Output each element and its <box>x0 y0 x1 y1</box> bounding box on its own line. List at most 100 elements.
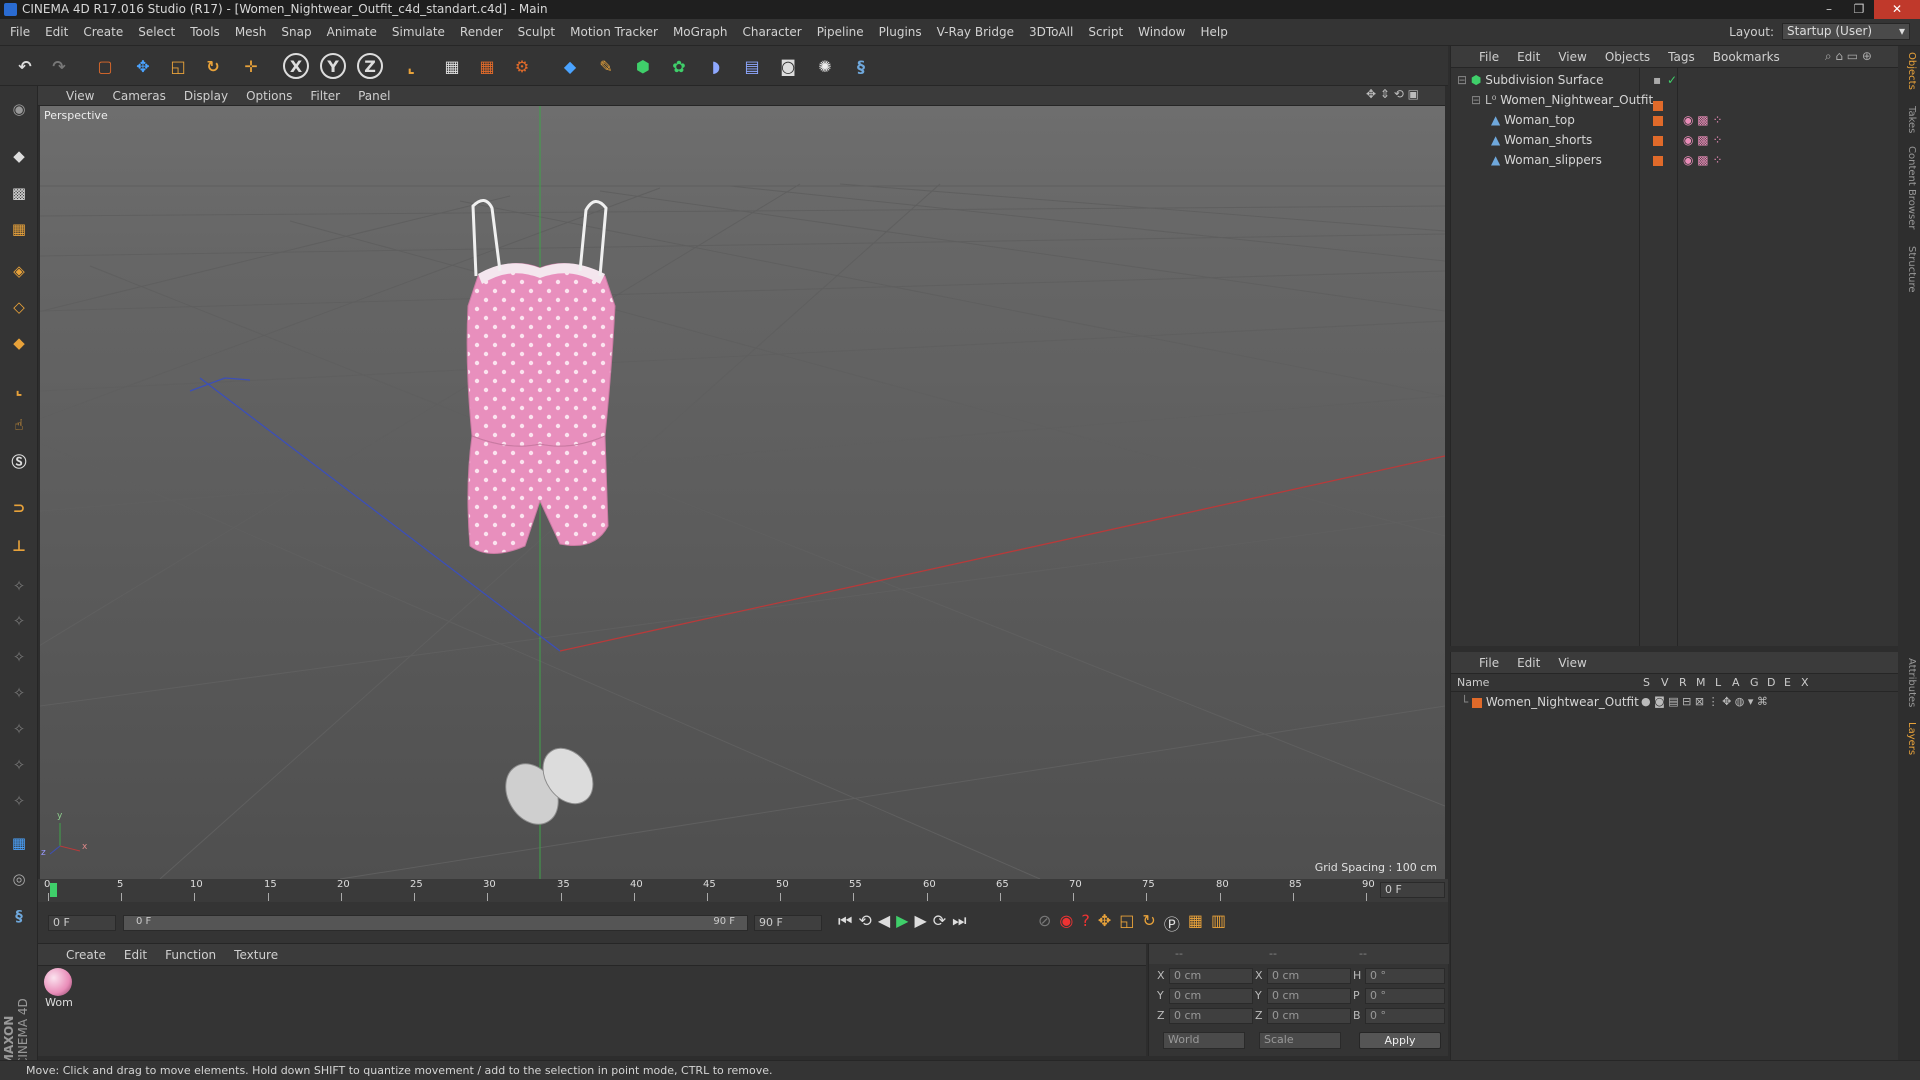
rot-h-field[interactable]: 0 ° <box>1365 968 1445 984</box>
menu-plugins[interactable]: Plugins <box>879 25 922 39</box>
play-icon[interactable]: ▶ <box>896 911 908 931</box>
grid-snap-icon[interactable]: ▦ <box>4 828 34 858</box>
object-row-women-nightwear-outfit[interactable]: ⊟ L⁰ Women_Nightwear_Outfit <box>1471 90 1891 111</box>
cloner-icon[interactable]: ✿ <box>664 51 694 81</box>
object-row-woman-shorts[interactable]: ▲ Woman_shorts ◉ ▩ ⁘ <box>1491 130 1891 150</box>
next-key-icon[interactable]: ⟳ <box>933 911 946 931</box>
undo-icon[interactable]: ↶ <box>10 51 40 81</box>
polygons-mode-icon[interactable]: ◆ <box>4 328 34 358</box>
menu-tools[interactable]: Tools <box>190 25 220 39</box>
timeline-ruler[interactable]: 0 5 10 15 20 25 30 35 40 45 50 55 60 65 70 75 80 85 90 0 F <box>38 879 1448 902</box>
frame-range-slider[interactable]: 0 F 90 F <box>123 915 748 931</box>
go-to-end-icon[interactable]: ⏭ <box>952 911 966 931</box>
pos-y-field[interactable]: 0 cm <box>1169 988 1253 1004</box>
cube-primitive-icon[interactable]: ◆ <box>555 51 585 81</box>
menu-create[interactable]: Create <box>83 25 123 39</box>
coordinate-mode-dropdown[interactable]: World <box>1163 1032 1245 1049</box>
menu-mograph[interactable]: MoGraph <box>673 25 728 39</box>
python-script-icon[interactable]: § <box>4 901 34 931</box>
tab-layers[interactable]: Layers <box>1901 722 1917 755</box>
menu-vray-bridge[interactable]: V-Ray Bridge <box>937 25 1014 39</box>
object-row-subdivision-surface[interactable]: ⊟ ⬢ Subdivision Surface ▪ ✓ <box>1457 70 1897 90</box>
end-frame-field[interactable]: 90 F <box>754 915 822 931</box>
make-editable-icon[interactable]: ◉ <box>4 94 34 124</box>
go-to-start-icon[interactable]: ⏮ <box>838 911 852 931</box>
menu-snap[interactable]: Snap <box>281 25 311 39</box>
object-row-woman-top[interactable]: ▲ Woman_top ◉ ▩ ⁘ <box>1491 110 1891 130</box>
tab-attributes[interactable]: Attributes <box>1901 658 1917 707</box>
material-menu-edit[interactable]: Edit <box>124 948 147 962</box>
light-icon[interactable]: ✺ <box>810 51 840 81</box>
search-icon[interactable]: ⌕ ⌂ ▭ ⊕ <box>1825 49 1872 64</box>
live-selection-icon[interactable]: ▢ <box>90 51 120 81</box>
previous-frame-icon[interactable]: ◀ <box>878 911 890 931</box>
snap-magnet-icon[interactable]: ⊃ <box>4 493 34 523</box>
size-x-field[interactable]: 0 cm <box>1267 968 1351 984</box>
key-position-icon[interactable]: ✥ <box>1098 911 1111 935</box>
subdivision-surface-icon[interactable]: ⬢ <box>628 51 658 81</box>
key-scale-icon[interactable]: ◱ <box>1119 911 1134 935</box>
start-frame-field[interactable]: 0 F <box>48 915 116 931</box>
key-parameter-icon[interactable]: Ⓟ <box>1164 911 1180 935</box>
sculpt-smooth-icon[interactable]: ✧ <box>4 642 34 672</box>
menu-window[interactable]: Window <box>1138 25 1185 39</box>
object-row-woman-slippers[interactable]: ▲ Woman_slippers ◉ ▩ ⁘ <box>1491 150 1891 170</box>
sculpt-wax-icon[interactable]: ✧ <box>4 678 34 708</box>
minimize-button[interactable]: – <box>1814 0 1844 19</box>
rot-p-field[interactable]: 0 ° <box>1365 988 1445 1004</box>
previous-key-icon[interactable]: ⟲ <box>858 911 871 931</box>
workplane-icon[interactable]: ⊥ <box>4 531 34 561</box>
material-tag-icon[interactable]: ◉ ▩ ⁘ <box>1683 130 1723 150</box>
tab-content-browser[interactable]: Content Browser <box>1901 146 1917 229</box>
render-picture-viewer-icon[interactable]: ▦ <box>472 51 502 81</box>
objects-menu-tags[interactable]: Tags <box>1668 50 1695 64</box>
y-axis-lock-button[interactable]: Y <box>320 53 346 79</box>
layers-menu-view[interactable]: View <box>1558 656 1586 670</box>
tweak-mode-icon[interactable]: ☝ <box>4 410 34 440</box>
viewport-menu-display[interactable]: Display <box>184 89 228 103</box>
solo-mode-icon[interactable]: Ⓢ <box>4 446 34 476</box>
menu-render[interactable]: Render <box>460 25 503 39</box>
rot-b-field[interactable]: 0 ° <box>1365 1008 1445 1024</box>
tab-takes[interactable]: Takes <box>1901 106 1917 133</box>
layer-row[interactable]: └ Women_Nightwear_Outfit ● ◙ ▤ ⊟ ⊠ ⋮ ✥ ◍… <box>1461 693 1891 711</box>
menu-motion-tracker[interactable]: Motion Tracker <box>570 25 658 39</box>
scale-tool-icon[interactable]: ◱ <box>163 51 193 81</box>
material-swatch[interactable]: Wom <box>44 968 74 1009</box>
material-tag-icon[interactable]: ◉ ▩ ⁘ <box>1683 110 1723 130</box>
keyframe-selection-icon[interactable]: ? <box>1081 911 1090 935</box>
redo-icon[interactable]: ↷ <box>44 51 74 81</box>
axis-mode-icon[interactable]: ⌞ <box>4 374 34 404</box>
next-frame-icon[interactable]: ▶ <box>914 911 926 931</box>
material-menu-function[interactable]: Function <box>165 948 216 962</box>
transform-tool-icon[interactable]: ✛ <box>236 51 266 81</box>
texture-mode-icon[interactable]: ▩ <box>4 178 34 208</box>
sculpt-pull-icon[interactable]: ✧ <box>4 606 34 636</box>
visibility-toggle[interactable]: ▪ <box>1653 70 1661 90</box>
layers-menu-file[interactable]: File <box>1479 656 1499 670</box>
viewport-menu-filter[interactable]: Filter <box>310 89 340 103</box>
menu-mesh[interactable]: Mesh <box>235 25 267 39</box>
viewport-menu-view[interactable]: View <box>66 89 94 103</box>
menu-file[interactable]: File <box>10 25 30 39</box>
model-mode-icon[interactable]: ◆ <box>4 141 34 171</box>
pos-z-field[interactable]: 0 cm <box>1169 1008 1253 1024</box>
current-frame-field[interactable]: 0 F <box>1380 882 1445 898</box>
sculpt-inflate-icon[interactable]: ✧ <box>4 750 34 780</box>
render-view-icon[interactable]: ▦ <box>437 51 467 81</box>
size-z-field[interactable]: 0 cm <box>1267 1008 1351 1024</box>
rotate-tool-icon[interactable]: ↻ <box>198 51 228 81</box>
menu-select[interactable]: Select <box>138 25 175 39</box>
key-pla-icon[interactable]: ▦ <box>1188 911 1203 935</box>
tab-structure[interactable]: Structure <box>1901 246 1917 293</box>
material-tag-icon[interactable]: ◉ ▩ ⁘ <box>1683 150 1723 170</box>
menu-character[interactable]: Character <box>742 25 801 39</box>
layer-toggle-icons[interactable]: ● ◙ ▤ ⊟ ⊠ ⋮ ✥ ◍ ▾ ⌘ <box>1641 693 1768 711</box>
edges-mode-icon[interactable]: ◇ <box>4 292 34 322</box>
viewport-menu-options[interactable]: Options <box>246 89 292 103</box>
sculpt-flatten-icon[interactable]: ✧ <box>4 714 34 744</box>
menu-help[interactable]: Help <box>1200 25 1227 39</box>
menu-script[interactable]: Script <box>1088 25 1123 39</box>
x-axis-lock-button[interactable]: X <box>283 53 309 79</box>
objects-menu-view[interactable]: View <box>1558 50 1586 64</box>
